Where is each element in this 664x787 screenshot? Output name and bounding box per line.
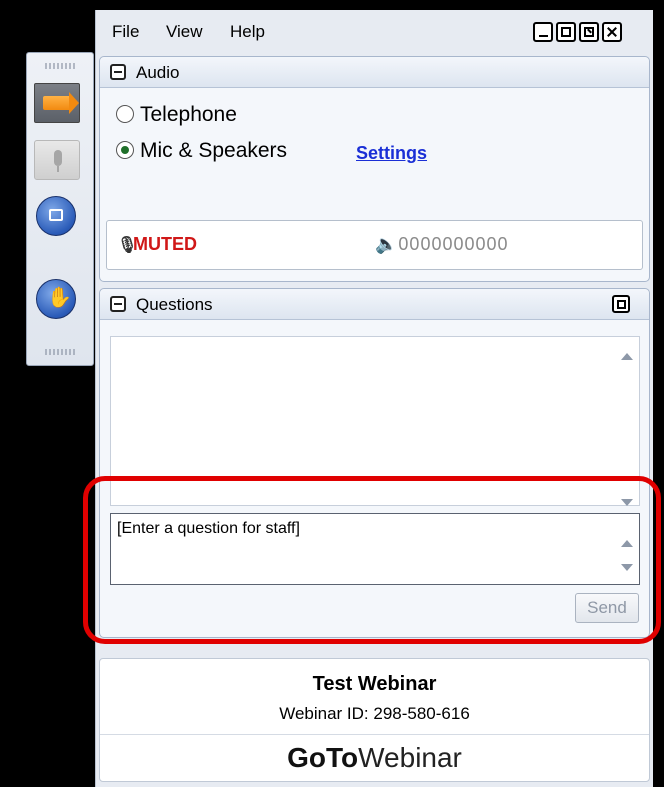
audio-settings-link[interactable]: Settings xyxy=(356,143,427,164)
menu-bar: File View Help xyxy=(96,10,653,50)
microphone-icon: 🎙 xyxy=(117,237,138,254)
questions-title: Questions xyxy=(136,295,213,314)
questions-popout-button[interactable] xyxy=(612,295,630,313)
mute-status: 🎙MUTED xyxy=(117,234,197,255)
collapse-audio-button[interactable] xyxy=(110,64,126,80)
toolbar-grip-top[interactable] xyxy=(45,63,75,69)
menu-file[interactable]: File xyxy=(112,22,139,42)
volume-meter: 0000000000 xyxy=(398,234,509,254)
webinar-id: Webinar ID: 298-580-616 xyxy=(279,704,470,723)
control-panel-toolbar: ✋ xyxy=(26,52,94,366)
mic-speakers-radio[interactable] xyxy=(116,141,134,159)
close-button[interactable] xyxy=(602,22,622,42)
speaker-icon: 🔈 xyxy=(375,234,399,254)
audio-panel: Audio Telephone Mic & Speakers Settings … xyxy=(99,56,650,282)
footer-divider xyxy=(100,734,649,735)
webinar-info-footer: Test Webinar Webinar ID: 298-580-616 GoT… xyxy=(99,658,650,782)
input-scroll-up-arrow[interactable] xyxy=(621,540,633,547)
gotowebinar-logo: GoToWebinar xyxy=(287,742,462,773)
screen-share-button[interactable] xyxy=(36,196,76,236)
background-top xyxy=(95,0,652,10)
send-button[interactable]: Send xyxy=(575,593,639,623)
popout-button[interactable] xyxy=(579,22,599,42)
scroll-down-arrow[interactable] xyxy=(621,499,633,506)
toolbar-grip-bottom[interactable] xyxy=(45,349,75,355)
scroll-up-arrow[interactable] xyxy=(621,353,633,360)
screen-icon xyxy=(49,209,63,221)
audio-title: Audio xyxy=(136,63,180,82)
input-scroll-down-arrow[interactable] xyxy=(621,564,633,571)
expand-panel-button[interactable] xyxy=(34,83,80,123)
collapse-questions-button[interactable] xyxy=(110,296,126,312)
webinar-control-window: File View Help Audio Telephone Mic & Spe… xyxy=(95,10,653,787)
menu-view[interactable]: View xyxy=(166,22,203,42)
orange-arrow-icon xyxy=(43,92,79,114)
telephone-label: Telephone xyxy=(140,103,237,126)
webinar-title: Test Webinar xyxy=(312,673,437,695)
questions-list[interactable] xyxy=(110,336,640,506)
questions-panel-header: Questions xyxy=(100,289,649,320)
question-placeholder: [Enter a question for staff] xyxy=(117,520,300,537)
menu-help[interactable]: Help xyxy=(230,22,265,42)
muted-label: MUTED xyxy=(133,234,197,254)
questions-panel: Questions [Enter a question for staff] S… xyxy=(99,288,650,638)
maximize-button[interactable] xyxy=(556,22,576,42)
telephone-radio[interactable] xyxy=(116,105,134,123)
audio-status-box: 🎙MUTED 🔈0000000000 xyxy=(106,220,643,270)
minimize-button[interactable] xyxy=(533,22,553,42)
hand-icon: ✋ xyxy=(47,287,72,309)
background-right xyxy=(652,0,664,787)
speaker-volume: 🔈0000000000 xyxy=(375,234,509,255)
mic-speakers-label: Mic & Speakers xyxy=(140,139,288,162)
audio-panel-header: Audio xyxy=(100,57,649,88)
microphone-button[interactable] xyxy=(34,140,80,180)
raise-hand-button[interactable]: ✋ xyxy=(36,279,76,319)
question-input[interactable]: [Enter a question for staff] xyxy=(110,513,640,585)
microphone-icon xyxy=(54,150,62,166)
